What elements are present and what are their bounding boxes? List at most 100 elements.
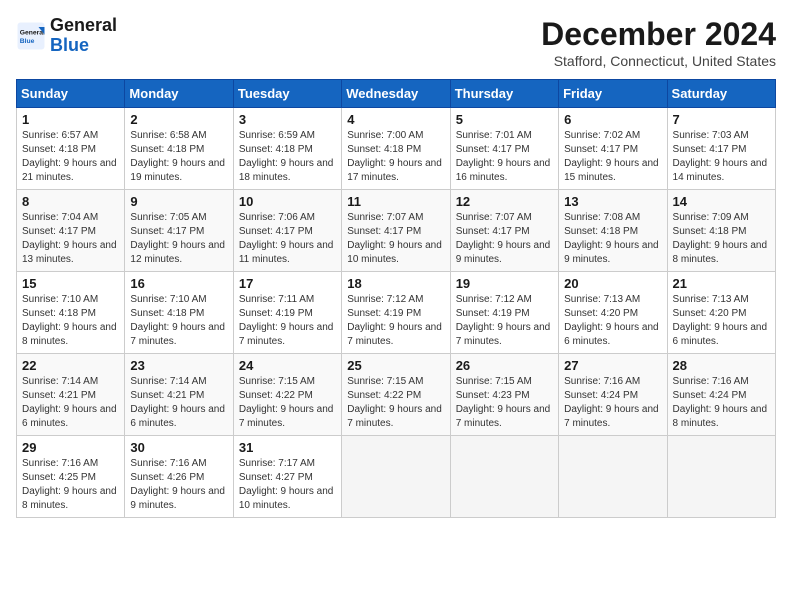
- day-number: 14: [673, 194, 770, 209]
- calendar-day-cell: 12Sunrise: 7:07 AMSunset: 4:17 PMDayligh…: [450, 190, 558, 272]
- day-number: 18: [347, 276, 444, 291]
- day-number: 16: [130, 276, 227, 291]
- day-info: Sunrise: 7:16 AMSunset: 4:26 PMDaylight:…: [130, 457, 227, 513]
- weekday-header-cell: Sunday: [17, 80, 125, 108]
- svg-text:General: General: [20, 29, 45, 36]
- day-info: Sunrise: 7:17 AMSunset: 4:27 PMDaylight:…: [239, 457, 336, 513]
- calendar-day-cell: 6Sunrise: 7:02 AMSunset: 4:17 PMDaylight…: [559, 108, 667, 190]
- day-info: Sunrise: 7:13 AMSunset: 4:20 PMDaylight:…: [564, 293, 661, 349]
- day-info: Sunrise: 7:16 AMSunset: 4:24 PMDaylight:…: [564, 375, 661, 431]
- day-info: Sunrise: 7:03 AMSunset: 4:17 PMDaylight:…: [673, 129, 770, 185]
- calendar-day-cell: 20 Sunrise: 7:13 AMSunset: 4:20 PMDayligh…: [559, 272, 667, 354]
- calendar-day-cell: 3 Sunrise: 6:59 AMSunset: 4:18 PMDaylight…: [233, 108, 341, 190]
- day-number: 1: [22, 112, 119, 127]
- day-number: 25: [347, 358, 444, 373]
- calendar-day-cell: 15 Sunrise: 7:10 AMSunset: 4:18 PMDayligh…: [17, 272, 125, 354]
- day-number: 21: [673, 276, 770, 291]
- calendar-week-row: 1Sunrise: 6:57 AMSunset: 4:18 PMDaylight…: [17, 108, 776, 190]
- calendar-day-cell: 1Sunrise: 6:57 AMSunset: 4:18 PMDaylight…: [17, 108, 125, 190]
- calendar-day-cell: 24 Sunrise: 7:15 AMSunset: 4:22 PMDayligh…: [233, 354, 341, 436]
- day-info: Sunrise: 7:12 AMSunset: 4:19 PMDaylight:…: [456, 293, 553, 349]
- day-number: 17: [239, 276, 336, 291]
- day-info: Sunrise: 7:10 AMSunset: 4:18 PMDaylight:…: [130, 293, 227, 349]
- weekday-header-cell: Wednesday: [342, 80, 450, 108]
- calendar-day-cell: 11 Sunrise: 7:07 AMSunset: 4:17 PMDayligh…: [342, 190, 450, 272]
- calendar-day-cell: 5 Sunrise: 7:01 AMSunset: 4:17 PMDaylight…: [450, 108, 558, 190]
- day-number: 8: [22, 194, 119, 209]
- day-info: Sunrise: 7:10 AMSunset: 4:18 PMDaylight:…: [22, 293, 119, 349]
- day-number: 19: [456, 276, 553, 291]
- calendar-day-cell: 25 Sunrise: 7:15 AMSunset: 4:22 PMDayligh…: [342, 354, 450, 436]
- calendar-day-cell: 4Sunrise: 7:00 AMSunset: 4:18 PMDaylight…: [342, 108, 450, 190]
- day-number: 28: [673, 358, 770, 373]
- day-info: Sunrise: 7:14 AMSunset: 4:21 PMDaylight:…: [130, 375, 227, 431]
- calendar-day-cell: 23 Sunrise: 7:14 AMSunset: 4:21 PMDayligh…: [125, 354, 233, 436]
- day-number: 4: [347, 112, 444, 127]
- calendar-day-cell: [667, 436, 775, 518]
- day-info: Sunrise: 7:15 AMSunset: 4:22 PMDaylight:…: [347, 375, 444, 431]
- day-info: Sunrise: 7:11 AMSunset: 4:19 PMDaylight:…: [239, 293, 336, 349]
- day-info: Sunrise: 7:13 AMSunset: 4:20 PMDaylight:…: [673, 293, 770, 349]
- day-info: Sunrise: 7:05 AMSunset: 4:17 PMDaylight:…: [130, 211, 227, 267]
- day-number: 2: [130, 112, 227, 127]
- weekday-header-cell: Thursday: [450, 80, 558, 108]
- day-info: Sunrise: 7:07 AMSunset: 4:17 PMDaylight:…: [347, 211, 444, 267]
- svg-text:Blue: Blue: [20, 38, 35, 45]
- day-info: Sunrise: 7:12 AMSunset: 4:19 PMDaylight:…: [347, 293, 444, 349]
- day-info: Sunrise: 7:06 AMSunset: 4:17 PMDaylight:…: [239, 211, 336, 267]
- day-info: Sunrise: 6:59 AMSunset: 4:18 PMDaylight:…: [239, 129, 336, 185]
- day-number: 11: [347, 194, 444, 209]
- calendar-day-cell: 13 Sunrise: 7:08 AMSunset: 4:18 PMDayligh…: [559, 190, 667, 272]
- calendar-day-cell: 18 Sunrise: 7:12 AMSunset: 4:19 PMDayligh…: [342, 272, 450, 354]
- title-block: December 2024 Stafford, Connecticut, Uni…: [541, 16, 776, 69]
- calendar-subtitle: Stafford, Connecticut, United States: [541, 53, 776, 69]
- day-number: 9: [130, 194, 227, 209]
- calendar-body: 1Sunrise: 6:57 AMSunset: 4:18 PMDaylight…: [17, 108, 776, 518]
- day-info: Sunrise: 7:01 AMSunset: 4:17 PMDaylight:…: [456, 129, 553, 185]
- calendar-day-cell: 29Sunrise: 7:16 AMSunset: 4:25 PMDayligh…: [17, 436, 125, 518]
- day-number: 27: [564, 358, 661, 373]
- calendar-week-row: 29Sunrise: 7:16 AMSunset: 4:25 PMDayligh…: [17, 436, 776, 518]
- day-number: 23: [130, 358, 227, 373]
- calendar-day-cell: 22 Sunrise: 7:14 AMSunset: 4:21 PMDayligh…: [17, 354, 125, 436]
- weekday-header-row: SundayMondayTuesdayWednesdayThursdayFrid…: [17, 80, 776, 108]
- day-number: 22: [22, 358, 119, 373]
- day-number: 15: [22, 276, 119, 291]
- day-number: 5: [456, 112, 553, 127]
- day-number: 31: [239, 440, 336, 455]
- calendar-day-cell: 8 Sunrise: 7:04 AMSunset: 4:17 PMDaylight…: [17, 190, 125, 272]
- day-number: 29: [22, 440, 119, 455]
- calendar-day-cell: [450, 436, 558, 518]
- day-info: Sunrise: 7:08 AMSunset: 4:18 PMDaylight:…: [564, 211, 661, 267]
- day-info: Sunrise: 7:16 AMSunset: 4:24 PMDaylight:…: [673, 375, 770, 431]
- calendar-day-cell: 16 Sunrise: 7:10 AMSunset: 4:18 PMDayligh…: [125, 272, 233, 354]
- day-info: Sunrise: 7:15 AMSunset: 4:22 PMDaylight:…: [239, 375, 336, 431]
- calendar-table: SundayMondayTuesdayWednesdayThursdayFrid…: [16, 79, 776, 518]
- day-info: Sunrise: 7:07 AMSunset: 4:17 PMDaylight:…: [456, 211, 553, 267]
- day-number: 6: [564, 112, 661, 127]
- day-number: 20: [564, 276, 661, 291]
- day-number: 3: [239, 112, 336, 127]
- calendar-day-cell: 28 Sunrise: 7:16 AMSunset: 4:24 PMDayligh…: [667, 354, 775, 436]
- logo: General Blue General Blue: [16, 16, 117, 56]
- calendar-title: December 2024: [541, 16, 776, 53]
- day-info: Sunrise: 7:09 AMSunset: 4:18 PMDaylight:…: [673, 211, 770, 267]
- day-number: 13: [564, 194, 661, 209]
- day-number: 26: [456, 358, 553, 373]
- calendar-day-cell: 7 Sunrise: 7:03 AMSunset: 4:17 PMDaylight…: [667, 108, 775, 190]
- page-header: General Blue General Blue December 2024 …: [16, 16, 776, 69]
- day-number: 7: [673, 112, 770, 127]
- calendar-day-cell: 30Sunrise: 7:16 AMSunset: 4:26 PMDayligh…: [125, 436, 233, 518]
- day-info: Sunrise: 7:04 AMSunset: 4:17 PMDaylight:…: [22, 211, 119, 267]
- calendar-day-cell: 14 Sunrise: 7:09 AMSunset: 4:18 PMDayligh…: [667, 190, 775, 272]
- day-info: Sunrise: 7:14 AMSunset: 4:21 PMDaylight:…: [22, 375, 119, 431]
- weekday-header-cell: Tuesday: [233, 80, 341, 108]
- weekday-header-cell: Friday: [559, 80, 667, 108]
- logo-icon: General Blue: [16, 21, 46, 51]
- calendar-day-cell: 9 Sunrise: 7:05 AMSunset: 4:17 PMDaylight…: [125, 190, 233, 272]
- day-number: 24: [239, 358, 336, 373]
- calendar-day-cell: 10Sunrise: 7:06 AMSunset: 4:17 PMDayligh…: [233, 190, 341, 272]
- day-info: Sunrise: 6:58 AMSunset: 4:18 PMDaylight:…: [130, 129, 227, 185]
- calendar-day-cell: 2 Sunrise: 6:58 AMSunset: 4:18 PMDaylight…: [125, 108, 233, 190]
- calendar-day-cell: [559, 436, 667, 518]
